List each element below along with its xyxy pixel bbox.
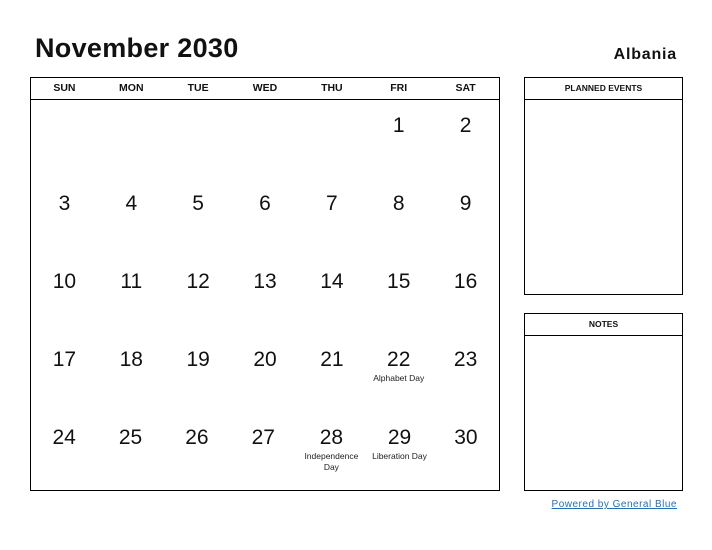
day-cell [298, 100, 365, 178]
day-cell: 23 [432, 334, 499, 412]
day-cell: 1 [365, 100, 432, 178]
day-cell [31, 100, 98, 178]
week-row: 12 [31, 100, 499, 178]
day-number: 18 [119, 348, 143, 371]
holiday-label: Independence Day [304, 451, 359, 472]
day-number: 19 [186, 348, 210, 371]
day-number: 12 [186, 270, 210, 293]
day-number: 16 [453, 270, 478, 293]
day-number: 22 [387, 348, 411, 371]
day-cell: 17 [31, 334, 98, 412]
day-cell: 12 [165, 256, 232, 334]
day-number: 14 [320, 270, 344, 293]
day-cell: 28 Independence Day [296, 412, 366, 490]
day-cell: 9 [432, 178, 499, 256]
day-cell: 22 Alphabet Day [365, 334, 432, 412]
day-number: 28 [319, 426, 344, 449]
day-cell: 25 [97, 412, 163, 490]
page-title: November 2030 [35, 33, 239, 63]
day-cell: 16 [432, 256, 499, 334]
day-number: 25 [118, 426, 143, 449]
planned-events-heading: PLANNED EVENTS [525, 78, 682, 100]
day-number: 13 [253, 270, 277, 293]
day-number: 21 [320, 348, 344, 371]
notes-panel: NOTES [524, 313, 683, 491]
day-cell: 24 [31, 412, 97, 490]
week-row: 3 4 5 6 7 8 9 [31, 178, 499, 256]
day-cell: 11 [98, 256, 165, 334]
weekday-wed: WED [252, 82, 278, 94]
day-number: 3 [58, 192, 71, 215]
planned-events-panel: PLANNED EVENTS [524, 77, 683, 295]
day-cell: 14 [298, 256, 365, 334]
day-cell: 15 [365, 256, 432, 334]
day-cell: 6 [232, 178, 299, 256]
holiday-label: Liberation Day [372, 451, 427, 461]
day-cell: 20 [232, 334, 299, 412]
day-number: 23 [453, 348, 478, 371]
day-cell: 5 [165, 178, 232, 256]
weekday-fri: FRI [390, 82, 408, 94]
notes-heading: NOTES [525, 314, 682, 336]
day-cell: 8 [365, 178, 432, 256]
weekday-thu: THU [321, 82, 343, 94]
day-cell: 21 [298, 334, 365, 412]
weeks: 1 2 3 4 5 6 7 8 9 10 11 12 13 14 15 16 17 18 19 20 21 22 Alpha… [31, 100, 499, 490]
day-number: 24 [52, 426, 76, 449]
day-number: 26 [185, 426, 209, 449]
day-number: 27 [251, 426, 275, 449]
weekday-mon: MON [119, 82, 144, 94]
day-cell: 10 [31, 256, 98, 334]
day-number: 10 [52, 270, 77, 293]
day-cell: 18 [98, 334, 165, 412]
country-label: Albania [613, 46, 677, 63]
day-number: 4 [125, 192, 138, 215]
day-cell: 30 [433, 412, 499, 490]
day-cell: 3 [31, 178, 98, 256]
day-number: 2 [459, 114, 472, 137]
day-cell: 7 [298, 178, 365, 256]
holiday-label: Alphabet Day [373, 373, 425, 383]
day-cell: 26 [164, 412, 230, 490]
calendar-grid: SUN MON TUE WED THU FRI SAT 1 2 3 4 5 6 7 8 9 10 1… [30, 77, 500, 491]
day-number: 1 [392, 114, 405, 137]
day-number: 17 [52, 348, 77, 371]
day-number: 11 [120, 270, 143, 293]
day-cell [98, 100, 165, 178]
day-cell: 2 [432, 100, 499, 178]
day-cell: 29 Liberation Day [366, 412, 432, 490]
day-number: 15 [387, 270, 411, 293]
week-row: 10 11 12 13 14 15 16 [31, 256, 499, 334]
powered-by-link[interactable]: Powered by General Blue [552, 499, 677, 510]
week-row: 17 18 19 20 21 22 Alphabet Day 23 [31, 334, 499, 412]
day-cell: 27 [230, 412, 296, 490]
day-cell: 19 [165, 334, 232, 412]
day-cell: 13 [232, 256, 299, 334]
week-row: 24 25 26 27 28 Independence Day 29 Liberation D… [31, 412, 499, 490]
day-number: 6 [259, 192, 271, 215]
weekday-sat: SAT [455, 82, 476, 94]
day-cell: 4 [98, 178, 165, 256]
day-number: 20 [253, 348, 277, 371]
day-cell [232, 100, 299, 178]
weekday-header: SUN MON TUE WED THU FRI SAT [31, 78, 499, 100]
day-number: 30 [454, 426, 478, 449]
day-number: 8 [392, 192, 405, 215]
day-number: 7 [326, 192, 338, 215]
day-number: 5 [192, 192, 204, 215]
day-number: 29 [387, 426, 412, 449]
day-cell [165, 100, 232, 178]
day-number: 9 [459, 192, 472, 215]
weekday-sun: SUN [53, 82, 76, 94]
weekday-tue: TUE [187, 82, 209, 94]
